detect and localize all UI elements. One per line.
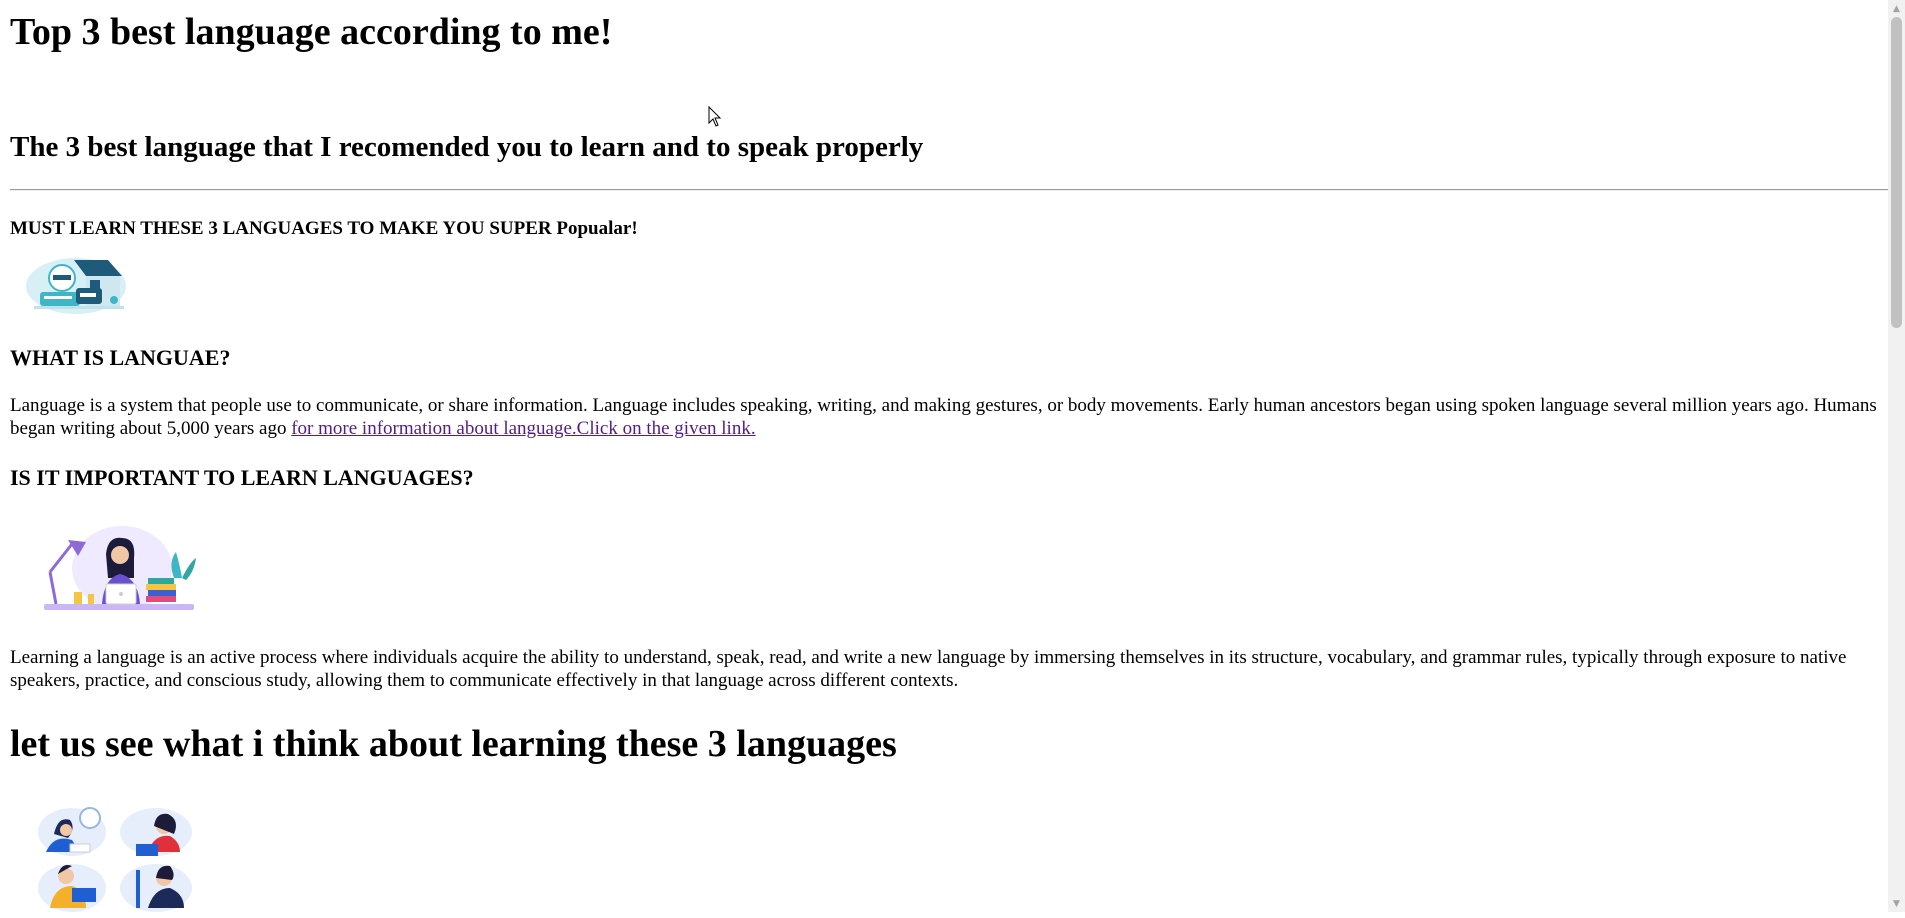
section-heading-thoughts: let us see what i think about learning t… <box>10 723 897 765</box>
vertical-scrollbar[interactable]: ▲ ▼ <box>1888 0 1905 912</box>
section-heading-importance: IS IT IMPORTANT TO LEARN LANGUAGES? <box>10 465 474 490</box>
tagline: MUST LEARN THESE 3 LANGUAGES TO MAKE YOU… <box>10 218 638 239</box>
people-learning-illustration <box>24 800 204 912</box>
mouse-cursor-icon <box>708 105 722 134</box>
scroll-down-icon[interactable]: ▼ <box>1888 895 1905 912</box>
languages-illustration <box>24 248 134 316</box>
divider <box>10 189 1888 191</box>
more-info-link[interactable]: for more information about language.Clic… <box>291 418 755 439</box>
learning-description: Learning a language is an active process… <box>10 647 1847 691</box>
section-heading-what-is-language: WHAT IS LANGUAE? <box>10 345 231 370</box>
language-description: Language is a system that people use to … <box>10 394 1888 440</box>
scrollbar-thumb[interactable] <box>1891 17 1902 328</box>
scroll-up-icon[interactable]: ▲ <box>1888 0 1905 17</box>
page-title: Top 3 best language according to me! <box>10 11 613 53</box>
studying-illustration <box>34 522 200 614</box>
page-subtitle: The 3 best language that I recomended yo… <box>10 131 924 163</box>
